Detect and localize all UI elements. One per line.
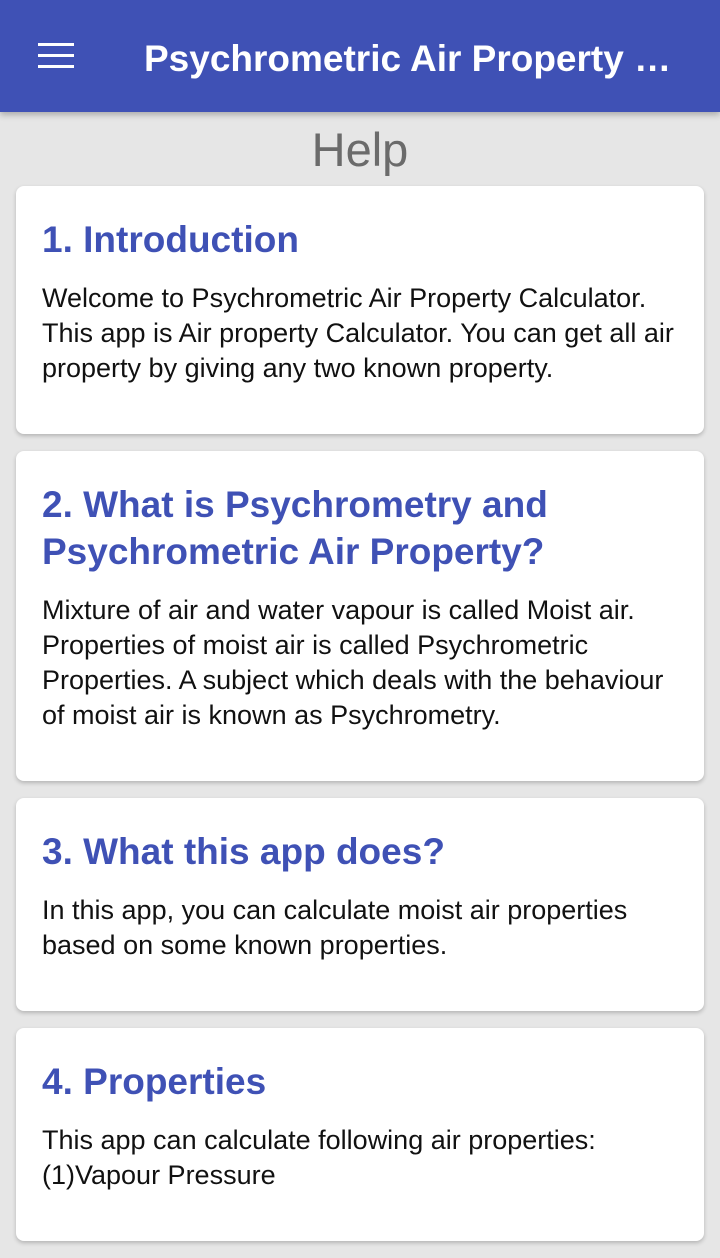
section-card-what-app-does: 3. What this app does? In this app, you … xyxy=(16,798,704,1011)
section-body: This app can calculate following air pro… xyxy=(42,1125,596,1190)
section-body: In this app, you can calculate moist air… xyxy=(42,895,628,960)
help-content[interactable]: 1. Introduction Welcome to Psychrometric… xyxy=(16,186,704,1258)
section-body: Welcome to Psychrometric Air Property Ca… xyxy=(42,283,674,383)
section-title: 2. What is Psychrometry and Psychrometri… xyxy=(42,484,548,572)
menu-button[interactable] xyxy=(24,24,88,88)
section-card-introduction: 1. Introduction Welcome to Psychrometric… xyxy=(16,186,704,434)
app-title: Psychrometric Air Property Calculator xyxy=(144,38,696,79)
section-card-psychrometry: 2. What is Psychrometry and Psychrometri… xyxy=(16,451,704,781)
app-bar: Psychrometric Air Property Calculator xyxy=(0,0,720,112)
page-title: Help xyxy=(311,123,409,176)
section-title: 4. Properties xyxy=(42,1061,267,1102)
hamburger-menu-icon xyxy=(38,43,74,68)
section-title: 1. Introduction xyxy=(42,219,299,260)
section-title: 3. What this app does? xyxy=(42,831,445,872)
section-body: Mixture of air and water vapour is calle… xyxy=(42,595,664,730)
section-card-properties: 4. Properties This app can calculate fol… xyxy=(16,1028,704,1241)
